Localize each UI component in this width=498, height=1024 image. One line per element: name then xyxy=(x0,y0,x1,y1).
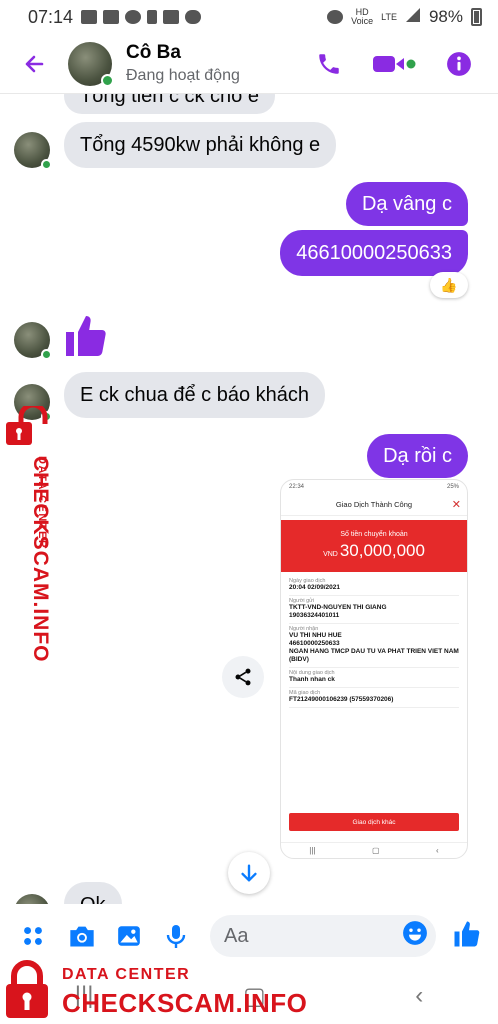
receipt-field: Người gửi TKTT-VND-NGUYEN THI GIANG 19036… xyxy=(289,596,459,624)
chat-header: Cô Ba Đang hoạt động xyxy=(0,34,498,94)
lock-logo-icon xyxy=(6,406,48,445)
message-outgoing[interactable]: Dạ vâng c xyxy=(345,182,468,226)
message-incoming[interactable]: E ck chua để c báo khách xyxy=(64,372,326,418)
receipt-image[interactable]: 22:34 25% Giao Dịch Thành Công ✕ Số tiền… xyxy=(280,479,468,859)
notification-icons xyxy=(81,10,202,24)
message-list[interactable]: Tổng tiền c ck cho e Tổng 4590kw phải kh… xyxy=(0,94,498,904)
mute-icon xyxy=(81,10,98,24)
back-arrow-icon[interactable] xyxy=(22,52,46,76)
watermark-bottom: DATA CENTER CHECKSCAM.INFO xyxy=(2,960,307,1022)
receipt-nav-bar: ||| ▢ ‹ xyxy=(281,842,467,858)
camera-icon[interactable] xyxy=(68,923,94,949)
sender-avatar[interactable] xyxy=(14,894,50,904)
system-icons: HD Voice LTE 98% xyxy=(327,7,482,28)
watermark-line2: CHECKSCAM.INFO xyxy=(29,456,52,663)
message-outgoing[interactable]: Dạ rồi c xyxy=(367,434,468,478)
video-call-icon[interactable] xyxy=(372,52,416,76)
watermark-side: DATA CENTER CHECKSCAM.INFO xyxy=(0,404,56,663)
online-indicator xyxy=(41,349,52,360)
receipt-other-transaction-button: Giao dịch khác xyxy=(289,813,459,831)
watermark-line2: CHECKSCAM.INFO xyxy=(62,988,308,1018)
message-outgoing[interactable]: 46610000250633 xyxy=(280,230,468,276)
sender-avatar[interactable] xyxy=(14,132,52,170)
menu-dots-icon[interactable] xyxy=(20,923,46,949)
receipt-details: Ngày giao dịch 20:04 02/09/2021 Người gửi… xyxy=(281,572,467,712)
microphone-icon[interactable] xyxy=(164,923,190,949)
battery-icon xyxy=(471,8,482,26)
watermark-line1: DATA CENTER xyxy=(62,966,191,983)
arrow-down-icon xyxy=(241,864,257,882)
thumbs-up-reaction-icon: 👍 xyxy=(440,276,458,293)
thumbs-up-sticker-icon[interactable] xyxy=(62,312,110,365)
info-icon[interactable] xyxy=(446,51,472,77)
contact-info[interactable]: Cô Ba Đang hoạt động xyxy=(126,42,240,85)
receipt-field: Người nhận VU THI NHU HUE 46610000250633 … xyxy=(289,624,459,668)
cloud-icon xyxy=(185,10,202,24)
receipt-field: Ngày giao dịch 20:04 02/09/2021 xyxy=(289,576,459,596)
scroll-to-bottom-button[interactable] xyxy=(228,852,270,894)
receipt-title: Giao Dịch Thành Công ✕ xyxy=(281,494,467,516)
back-nav-icon[interactable]: ‹ xyxy=(415,982,423,1010)
message-input[interactable]: Aa xyxy=(210,915,436,957)
receipt-field: Mã giao dịch FT21249000106239 (5755937020… xyxy=(289,688,459,708)
status-bar: 07:14 HD Voice LTE 98% xyxy=(0,0,498,34)
message-reaction[interactable]: 👍 xyxy=(430,272,468,298)
image-icon xyxy=(163,10,180,24)
message-incoming[interactable]: Tổng 4590kw phải không e xyxy=(64,122,337,168)
receipt-amount-banner: Số tiền chuyển khoản VND 30,000,000 xyxy=(281,520,467,572)
online-indicator xyxy=(101,73,114,87)
network-indicator: LTE xyxy=(381,11,397,22)
online-indicator xyxy=(41,159,52,170)
message-composer: Aa xyxy=(0,904,498,968)
contact-name: Cô Ba xyxy=(126,42,181,63)
like-button-icon[interactable] xyxy=(452,919,482,954)
sender-avatar[interactable] xyxy=(14,322,52,360)
status-time: 07:14 xyxy=(28,6,74,27)
lock-logo-icon xyxy=(6,960,48,1018)
contact-avatar[interactable] xyxy=(68,41,114,87)
alarm-icon xyxy=(327,10,344,24)
receipt-close-icon: ✕ xyxy=(451,499,461,511)
phone-call-icon[interactable] xyxy=(316,51,342,77)
signal-icon xyxy=(405,7,421,28)
message-incoming[interactable]: Tổng tiền c ck cho e xyxy=(64,94,275,114)
contact-status: Đang hoạt động xyxy=(126,67,240,84)
battery-percent: 98% xyxy=(428,7,463,26)
messenger-icon xyxy=(125,10,142,24)
emoji-icon[interactable] xyxy=(402,920,428,952)
header-actions xyxy=(316,51,472,77)
receipt-field: Nội dung giao dịch Thanh nhan ck xyxy=(289,668,459,688)
volte-indicator: HD Voice xyxy=(351,7,374,26)
youtube-icon xyxy=(103,10,120,24)
message-input-placeholder: Aa xyxy=(224,924,249,947)
gallery-icon[interactable] xyxy=(116,923,142,949)
share-icon xyxy=(235,668,251,686)
message-incoming[interactable]: Ok xyxy=(64,882,122,904)
download-icon xyxy=(147,10,158,24)
share-button[interactable] xyxy=(222,656,264,698)
receipt-status-bar: 22:34 25% xyxy=(289,484,459,490)
